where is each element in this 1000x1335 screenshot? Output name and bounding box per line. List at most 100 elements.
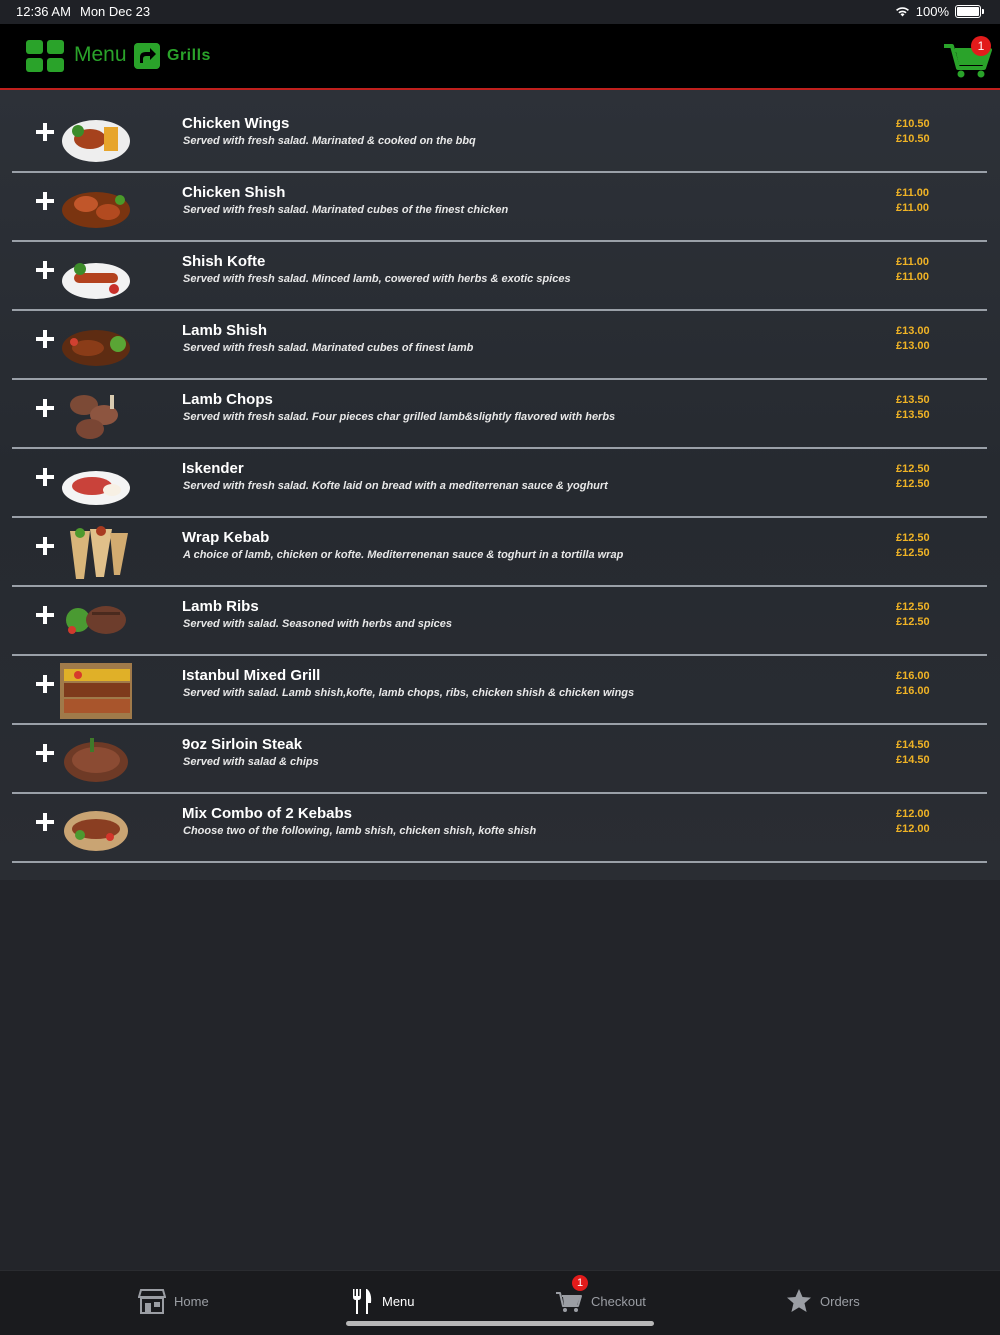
header-menu-title[interactable]: Menu [74, 43, 127, 67]
menu-item[interactable]: 9oz Sirloin Steak Served with salad & ch… [12, 724, 987, 794]
item-name: Chicken Shish [182, 184, 286, 201]
item-price-secondary: £10.50 [896, 133, 930, 145]
item-description: Served with fresh salad. Kofte laid on b… [183, 480, 608, 492]
lamb-chops-photo [70, 395, 118, 439]
item-price-secondary: £11.00 [896, 271, 930, 283]
checkout-badge: 1 [572, 1275, 588, 1291]
menu-item[interactable]: Iskender Served with fresh salad. Kofte … [12, 448, 987, 518]
status-bar: 12:36 AM Mon Dec 23 100% [0, 0, 1000, 24]
menu-item[interactable]: Mix Combo of 2 Kebabs Choose two of the … [12, 793, 987, 863]
item-price-secondary: £12.50 [896, 547, 930, 559]
item-price: £11.00 [896, 256, 930, 268]
item-price: £12.50 [896, 601, 930, 613]
battery-percent: 100% [915, 4, 949, 19]
status-time: 12:36 AM [16, 4, 71, 19]
add-item-icon[interactable] [36, 744, 54, 762]
menu-item[interactable]: Shish Kofte Served with fresh salad. Min… [12, 241, 987, 311]
tab-orders[interactable]: Orders [786, 1283, 860, 1319]
item-description: Choose two of the following, lamb shish,… [183, 825, 537, 837]
item-price-secondary: £12.50 [896, 616, 930, 628]
tab-menu-label: Menu [382, 1293, 415, 1309]
lamb-shish-photo [62, 330, 130, 366]
item-price: £16.00 [896, 670, 930, 682]
add-item-icon[interactable] [36, 468, 54, 486]
item-description: Served with fresh salad. Marinated cubes… [183, 342, 474, 354]
item-price-secondary: £11.00 [896, 202, 930, 214]
add-item-icon[interactable] [36, 606, 54, 624]
add-item-icon[interactable] [36, 675, 54, 693]
add-item-icon[interactable] [36, 123, 54, 141]
item-description: Served with salad. Seasoned with herbs a… [183, 618, 452, 630]
item-price: £11.00 [896, 187, 930, 199]
menu-item[interactable]: Lamb Ribs Served with salad. Seasoned wi… [12, 586, 987, 656]
status-indicators: 100% [895, 4, 984, 19]
add-item-icon[interactable] [36, 261, 54, 279]
item-price: £12.50 [896, 463, 930, 475]
add-item-icon[interactable] [36, 330, 54, 348]
fork-knife-icon [353, 1289, 372, 1314]
tab-menu[interactable]: Menu [350, 1283, 415, 1319]
item-price-secondary: £12.00 [896, 823, 930, 835]
cart-icon [556, 1292, 582, 1312]
wrap-kebab-photo [70, 526, 128, 579]
app-header: Menu Grills 1 [0, 24, 1000, 90]
item-price-secondary: £13.00 [896, 340, 930, 352]
item-price: £13.50 [896, 394, 930, 406]
tab-orders-label: Orders [820, 1293, 860, 1309]
add-item-icon[interactable] [36, 399, 54, 417]
add-item-icon[interactable] [36, 813, 54, 831]
shish-kofte-photo [62, 263, 130, 299]
item-name: Istanbul Mixed Grill [182, 667, 321, 684]
menu-item-list: Chicken Wings Served with fresh salad. M… [0, 90, 1000, 880]
home-indicator[interactable] [346, 1321, 654, 1326]
chicken-wings-photo [62, 120, 130, 162]
item-description: Served with salad & chips [183, 756, 319, 768]
item-name: Wrap Kebab [182, 529, 270, 546]
header-category-title: Grills [167, 47, 211, 64]
add-item-icon[interactable] [36, 192, 54, 210]
item-price: £10.50 [896, 118, 930, 130]
tab-home[interactable]: Home [138, 1283, 209, 1319]
menu-item[interactable]: Wrap Kebab A choice of lamb, chicken or … [12, 517, 987, 587]
item-description: Served with fresh salad. Four pieces cha… [183, 411, 616, 423]
combo-kebab-photo [64, 811, 128, 851]
sirloin-steak-photo [64, 738, 128, 782]
lamb-ribs-photo [66, 606, 126, 634]
menu-grid-icon[interactable] [26, 40, 64, 72]
iskender-photo [62, 471, 130, 505]
menu-item[interactable]: Lamb Chops Served with fresh salad. Four… [12, 379, 987, 449]
item-price-secondary: £12.50 [896, 478, 930, 490]
menu-item[interactable]: Chicken Wings Served with fresh salad. M… [12, 103, 987, 173]
menu-item[interactable]: Lamb Shish Served with fresh salad. Mari… [12, 310, 987, 380]
item-name: Lamb Shish [182, 322, 268, 339]
cart-badge: 1 [971, 36, 991, 56]
battery-icon [955, 5, 981, 18]
chicken-shish-photo [62, 192, 130, 228]
wifi-icon [895, 7, 909, 17]
item-price-secondary: £13.50 [896, 409, 930, 421]
status-date: Mon Dec 23 [80, 4, 151, 19]
tab-checkout[interactable]: Checkout [555, 1283, 646, 1319]
item-name: 9oz Sirloin Steak [182, 736, 303, 753]
item-name: Lamb Ribs [182, 598, 259, 615]
add-item-icon[interactable] [36, 537, 54, 555]
item-price: £14.50 [896, 739, 930, 751]
item-description: Served with fresh salad. Marinated & coo… [183, 135, 476, 147]
menu-item[interactable]: Istanbul Mixed Grill Served with salad. … [12, 655, 987, 725]
store-icon [138, 1289, 166, 1314]
item-description: Served with fresh salad. Minced lamb, co… [183, 273, 571, 285]
item-name: Lamb Chops [182, 391, 273, 408]
item-name: Chicken Wings [182, 115, 290, 132]
item-description: Served with salad. Lamb shish,kofte, lam… [183, 687, 635, 699]
item-name: Iskender [182, 460, 244, 477]
tab-home-label: Home [174, 1293, 209, 1309]
item-price: £12.50 [896, 532, 930, 544]
mixed-grill-photo [60, 663, 132, 719]
item-description: Served with fresh salad. Marinated cubes… [183, 204, 509, 216]
tab-checkout-label: Checkout [591, 1293, 646, 1309]
item-price: £13.00 [896, 325, 930, 337]
menu-item[interactable]: Chicken Shish Served with fresh salad. M… [12, 172, 987, 242]
item-name: Mix Combo of 2 Kebabs [182, 805, 353, 822]
battery-tip [982, 9, 984, 14]
item-name: Shish Kofte [182, 253, 266, 270]
